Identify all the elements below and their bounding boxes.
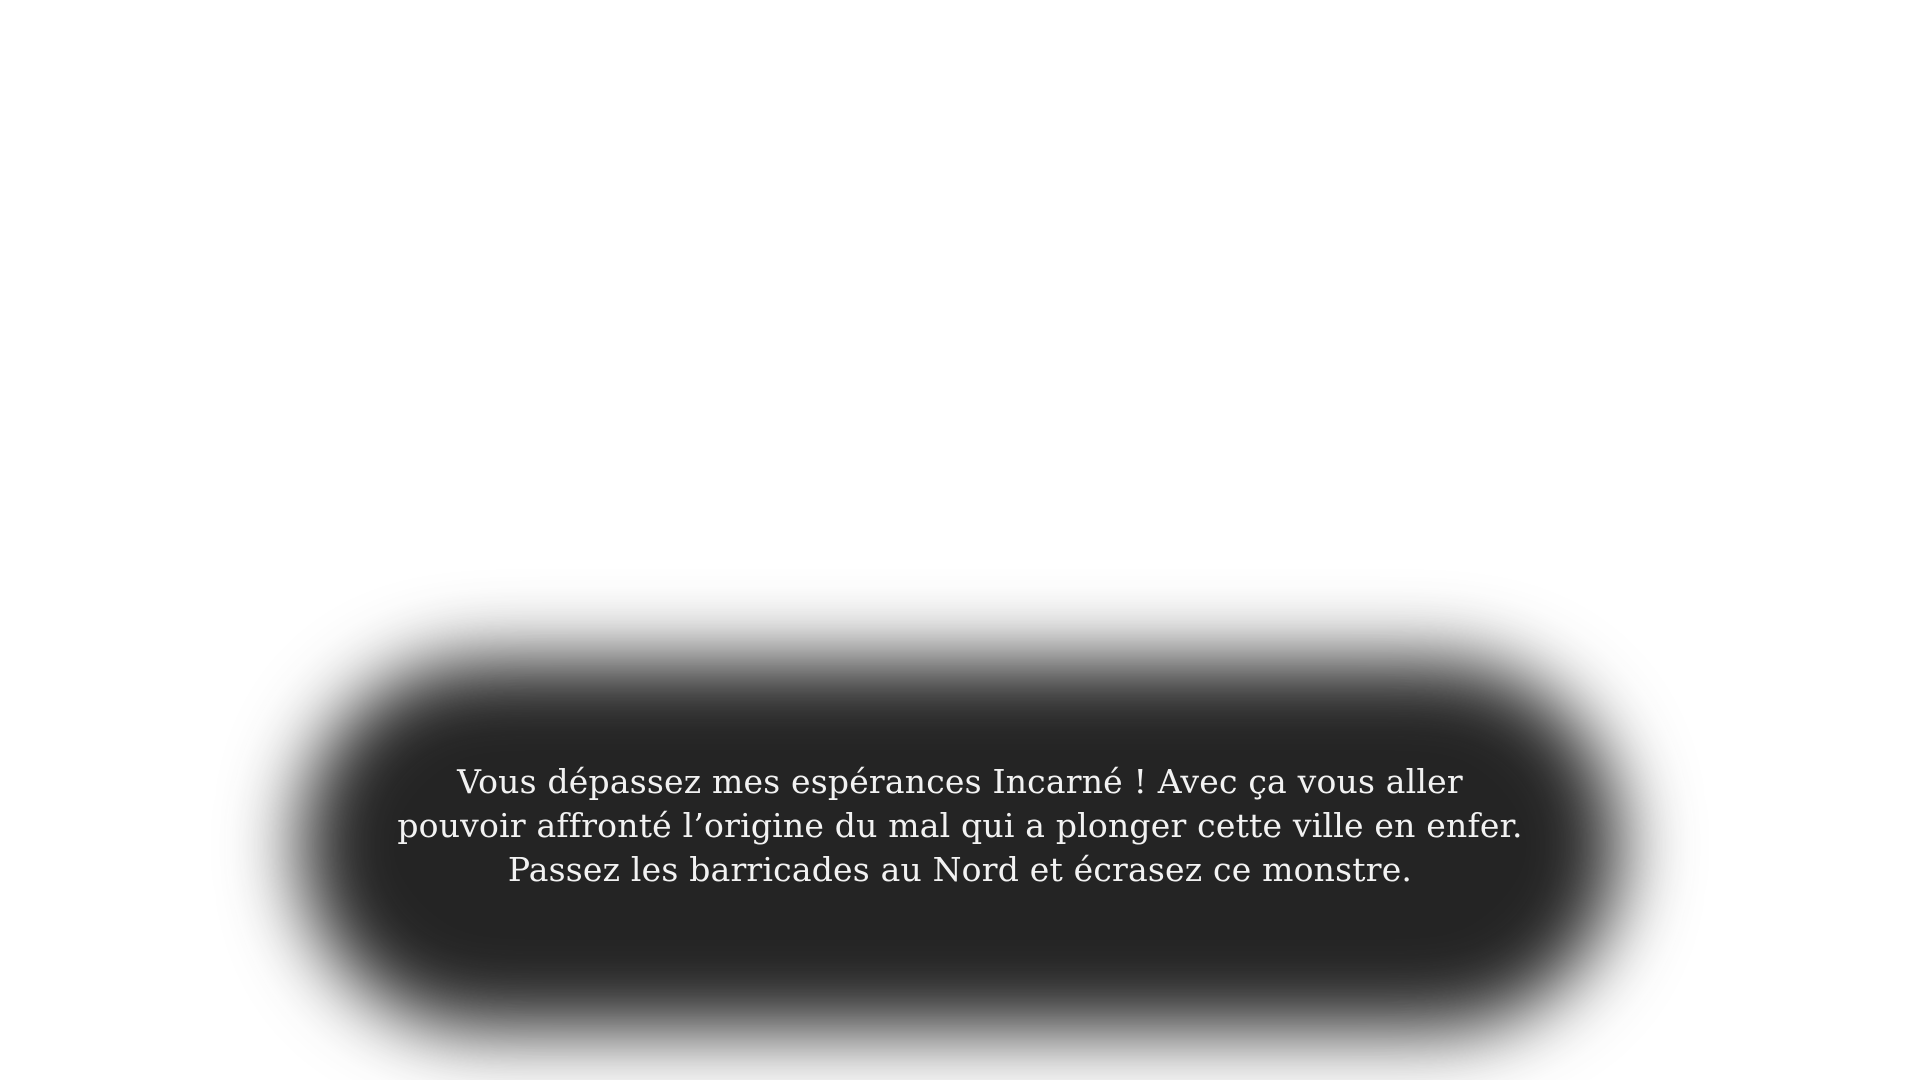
game-scene: Vous dépassez mes espérances Incarné ! A…: [0, 0, 1920, 1080]
dialogue-box[interactable]: Vous dépassez mes espérances Incarné ! A…: [300, 760, 1620, 892]
dialogue-line-2: pouvoir affronté l’origine du mal qui a …: [397, 806, 1523, 845]
dialogue-line-3: Passez les barricades au Nord et écrasez…: [507, 850, 1413, 889]
dialogue-line-1: Vous dépassez mes espérances Incarné ! A…: [457, 762, 1463, 801]
